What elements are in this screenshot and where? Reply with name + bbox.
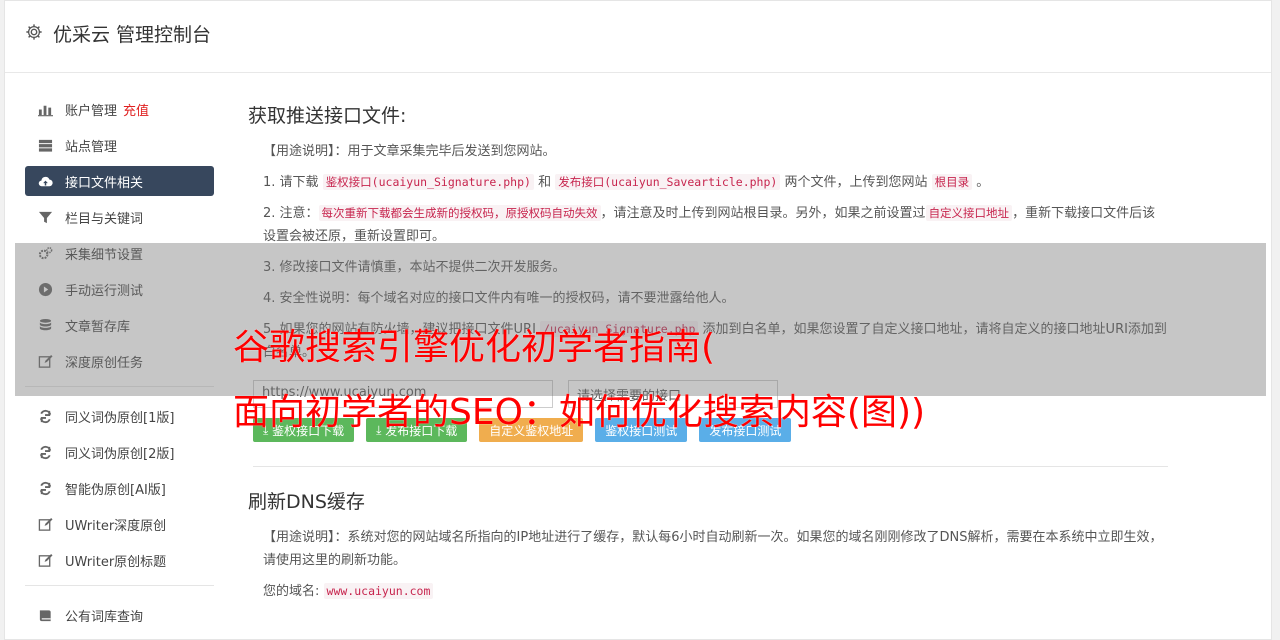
dns-usage-note: 【用途说明】：系统对您的网站域名所指向的IP地址进行了缓存，默认每6小时自动刷新… bbox=[263, 526, 1168, 572]
sidebar-divider bbox=[25, 585, 214, 586]
server-icon bbox=[37, 137, 53, 153]
step-text: 。 bbox=[976, 175, 990, 190]
usage-note: 【用途说明】：用于文章采集完毕后发送到您网站。 bbox=[263, 140, 1168, 163]
step-text: 1. 请下载 bbox=[263, 175, 319, 190]
refresh-icon bbox=[37, 480, 53, 496]
sidebar-item-uwriter-deep[interactable]: UWriter深度原创 bbox=[25, 509, 214, 539]
usage-label: 【用途说明】 bbox=[263, 144, 335, 159]
sidebar-item-synonym-v2[interactable]: 同义词伪原创[2版] bbox=[25, 437, 214, 467]
recharge-link[interactable]: 充值 bbox=[123, 100, 149, 119]
sidebar-item-label: UWriter深度原创 bbox=[65, 518, 167, 534]
step-text: 2. 注意： bbox=[263, 206, 319, 221]
sidebar-item-label: 同义词伪原创[2版] bbox=[65, 446, 175, 462]
filter-icon bbox=[37, 209, 53, 225]
sidebar-item-uwriter-title[interactable]: UWriter原创标题 bbox=[25, 545, 214, 575]
cloud-upload-icon bbox=[37, 173, 53, 189]
book-icon bbox=[37, 607, 53, 623]
step-text: ，请注意及时上传到网站根目录。另外，如果之前设置过 bbox=[600, 206, 926, 221]
bar-chart-icon bbox=[37, 101, 53, 117]
sidebar-item-label: UWriter原创标题 bbox=[65, 554, 167, 570]
savearticle-file-code: 发布接口(ucaiyun_Savearticle.php) bbox=[555, 174, 781, 190]
sidebar-item-interface-files[interactable]: 接口文件相关 bbox=[25, 166, 214, 196]
sidebar-item-label: 站点管理 bbox=[65, 139, 118, 155]
step-2: 2. 注意： 每次重新下载都会生成新的授权码，原授权码自动失效 ，请注意及时上传到网… bbox=[263, 202, 1168, 248]
gear-icon bbox=[25, 23, 43, 41]
watermark-line-2: 面向初学者的SEO：如何优化搜索内容(图)) bbox=[233, 392, 926, 433]
sidebar-item-synonym-v1[interactable]: 同义词伪原创[1版] bbox=[25, 401, 214, 431]
sidebar-item-label: 接口文件相关 bbox=[65, 175, 144, 191]
step-text: 和 bbox=[538, 175, 552, 190]
refresh-icon bbox=[37, 408, 53, 424]
sidebar-item-columns-keywords[interactable]: 栏目与关键词 bbox=[25, 202, 214, 232]
domain-label: 您的域名: bbox=[263, 584, 320, 599]
sidebar-item-sites[interactable]: 站点管理 bbox=[25, 130, 214, 160]
usage-text: ：系统对您的网站域名所指向的IP地址进行了缓存，默认每6小时自动刷新一次。如果您… bbox=[263, 530, 1163, 568]
sidebar-item-label: 栏目与关键词 bbox=[65, 211, 144, 227]
signature-file-code: 鉴权接口(ucaiyun_Signature.php) bbox=[322, 174, 534, 190]
page-title: 优采云 管理控制台 bbox=[53, 24, 212, 46]
sidebar-item-label: 同义词伪原创[1版] bbox=[65, 410, 175, 426]
sidebar-item-label: 账户管理 bbox=[65, 103, 118, 119]
auth-code-warning: 每次重新下载都会生成新的授权码，原授权码自动失效 bbox=[318, 205, 601, 221]
usage-label: 【用途说明】 bbox=[263, 530, 335, 545]
sidebar-item-account[interactable]: 账户管理 充值 bbox=[25, 94, 214, 124]
domain-value: www.ucaiyun.com bbox=[323, 583, 434, 599]
section-title: 获取推送接口文件: bbox=[248, 105, 407, 127]
header: 优采云 管理控制台 bbox=[5, 1, 1271, 73]
sidebar-item-ai-rewrite[interactable]: 智能伪原创[AI版] bbox=[25, 473, 214, 503]
watermark-line-1: 谷歌搜索引擎优化初学者指南( bbox=[233, 327, 716, 368]
sidebar-item-label: 智能伪原创[AI版] bbox=[65, 482, 166, 498]
root-dir-code: 根目录 bbox=[931, 174, 973, 190]
domain-row: 您的域名: www.ucaiyun.com bbox=[263, 580, 1168, 603]
section-divider bbox=[253, 466, 1168, 467]
dns-section-title: 刷新DNS缓存 bbox=[248, 491, 365, 513]
sidebar-item-public-lexicon[interactable]: 公有词库查询 bbox=[25, 600, 214, 630]
edit-icon bbox=[37, 552, 53, 568]
custom-url-code: 自定义接口地址 bbox=[925, 205, 1013, 221]
edit-icon bbox=[37, 516, 53, 532]
sidebar-item-label: 公有词库查询 bbox=[65, 609, 144, 625]
refresh-icon bbox=[37, 444, 53, 460]
step-1: 1. 请下载 鉴权接口(ucaiyun_Signature.php) 和 发布接… bbox=[263, 171, 1168, 194]
usage-text: ：用于文章采集完毕后发送到您网站。 bbox=[334, 144, 556, 159]
step-text: 两个文件，上传到您网站 bbox=[784, 175, 928, 190]
